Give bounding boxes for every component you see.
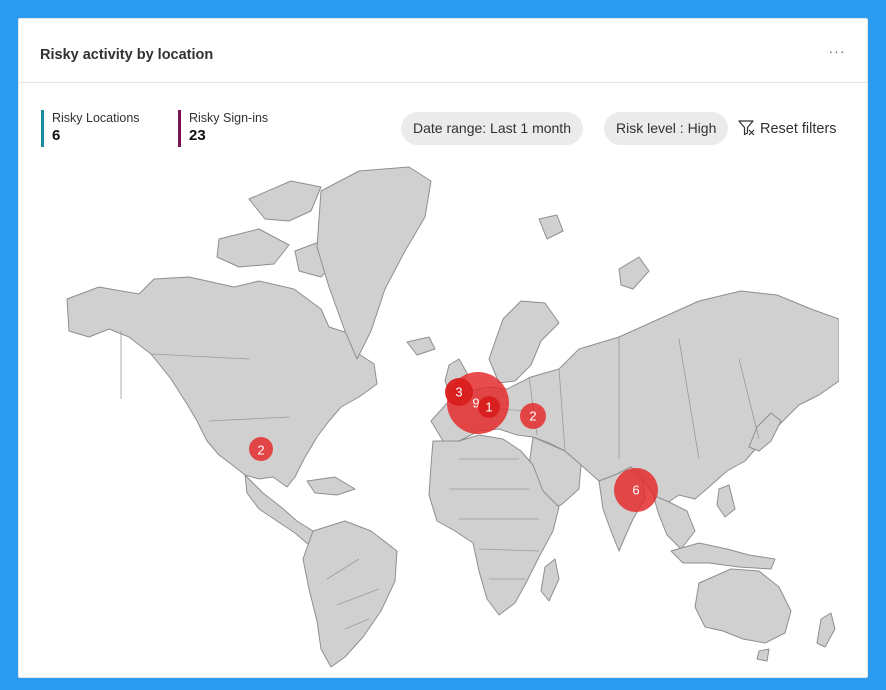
- metric-risky-signins: Risky Sign-ins 23: [178, 110, 268, 147]
- land-southeast-asia: [652, 494, 696, 550]
- land-caribbean: [306, 476, 356, 496]
- risk-bubble-usa[interactable]: [249, 437, 273, 461]
- filter-clear-icon: [738, 120, 755, 136]
- land-tasmania: [756, 648, 770, 662]
- metric-accent-bar: [41, 110, 44, 147]
- risk-bubble-central-europe[interactable]: [478, 396, 500, 418]
- metric-value: 6: [52, 127, 61, 144]
- land-scandinavia: [488, 300, 560, 384]
- land-novaya-zemlya: [618, 256, 650, 290]
- risk-bubble-india[interactable]: [614, 468, 658, 512]
- metric-risky-locations: Risky Locations 6: [41, 110, 140, 147]
- world-map: 2 9 3 1 2 6: [59, 159, 839, 669]
- risk-bubble-eastern-europe[interactable]: [520, 403, 546, 429]
- reset-filters-label: Reset filters: [760, 121, 837, 137]
- land-philippines: [716, 484, 736, 518]
- land-north-america: [66, 276, 378, 488]
- land-arctic-islands: [248, 180, 322, 222]
- land-arctic-islands-2: [216, 228, 290, 268]
- metric-label: Risky Locations: [52, 111, 140, 125]
- land-iceland: [406, 336, 436, 356]
- risk-bubble-uk[interactable]: [445, 378, 473, 406]
- card-title: Risky activity by location: [40, 47, 214, 63]
- metric-value: 23: [189, 127, 206, 144]
- more-options-button[interactable]: ···: [825, 43, 849, 63]
- metric-label: Risky Sign-ins: [189, 111, 269, 125]
- land-australia: [694, 568, 792, 644]
- land-new-zealand: [816, 612, 836, 648]
- land-indonesia: [670, 542, 776, 570]
- land-svalbard: [538, 214, 564, 240]
- land-south-america: [302, 520, 398, 668]
- card-header: Risky activity by location ···: [19, 19, 867, 83]
- land-madagascar: [540, 558, 560, 602]
- risky-activity-card: Risky activity by location ··· Risky Loc…: [18, 18, 868, 678]
- reset-filters-button[interactable]: Reset filters: [738, 118, 837, 140]
- date-range-filter[interactable]: Date range: Last 1 month: [401, 112, 583, 145]
- risk-level-filter[interactable]: Risk level : High: [604, 112, 729, 145]
- metric-accent-bar: [178, 110, 181, 147]
- world-map-svg: 2 9 3 1 2 6: [66, 166, 839, 668]
